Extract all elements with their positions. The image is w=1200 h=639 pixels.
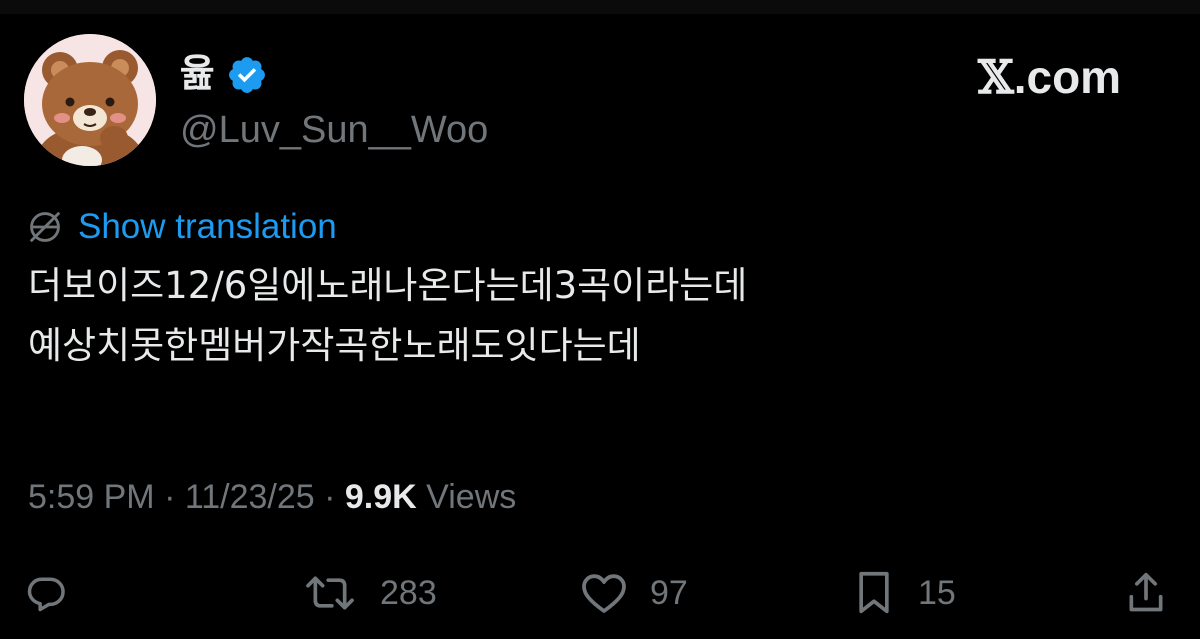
tweet-line: 더보이즈12/6일에노래나온다는데3곡이라는데: [28, 264, 748, 307]
like-count: 97: [650, 574, 688, 612]
avatar[interactable]: [24, 34, 156, 166]
meta-separator: ·: [154, 478, 185, 516]
bear-avatar-icon: [24, 34, 156, 166]
tweet-time[interactable]: 5:59 PM: [28, 478, 155, 516]
action-bar: 283 97 15: [0, 566, 1200, 620]
bookmark-button[interactable]: 15: [852, 566, 956, 620]
tweet-meta: 5:59 PM · 11/23/25 · 9.9K Views: [28, 474, 516, 520]
share-button[interactable]: [1124, 566, 1168, 620]
show-translation-button[interactable]: Show translation: [26, 204, 337, 250]
x-logo-glyph: 𝕏: [978, 50, 1014, 104]
globe-icon: [29, 211, 61, 243]
verified-badge-icon: [229, 57, 265, 93]
reply-button[interactable]: [24, 566, 68, 620]
tweet-text: 더보이즈12/6일에노래나온다는데3곡이라는데 예상치못한멤버가작곡한노래도잇다…: [28, 256, 1168, 376]
retweet-count: 283: [380, 574, 437, 612]
user-handle[interactable]: @Luv_Sun__Woo: [180, 106, 488, 154]
x-logo-suffix: .com: [1013, 51, 1122, 103]
share-icon: [1129, 572, 1163, 612]
views-label: Views: [416, 478, 517, 516]
views-count: 9.9K: [344, 478, 417, 516]
bookmark-count: 15: [918, 574, 956, 612]
show-translation-label: Show translation: [78, 207, 337, 246]
like-button[interactable]: 97: [580, 566, 688, 620]
reply-icon: [27, 577, 65, 612]
retweet-button[interactable]: 283: [302, 566, 437, 620]
bookmark-icon: [859, 571, 889, 614]
tweet-line: 예상치못한멤버가작곡한노래도잇다는데: [28, 324, 641, 367]
top-status-strip: [0, 0, 1200, 14]
x-com-logo: 𝕏.com: [978, 50, 1121, 104]
tweet-date[interactable]: 11/23/25: [185, 478, 315, 516]
meta-separator: ·: [314, 478, 345, 516]
retweet-icon: [306, 576, 354, 610]
heart-icon: [582, 574, 626, 613]
display-name[interactable]: 윮: [180, 50, 215, 96]
